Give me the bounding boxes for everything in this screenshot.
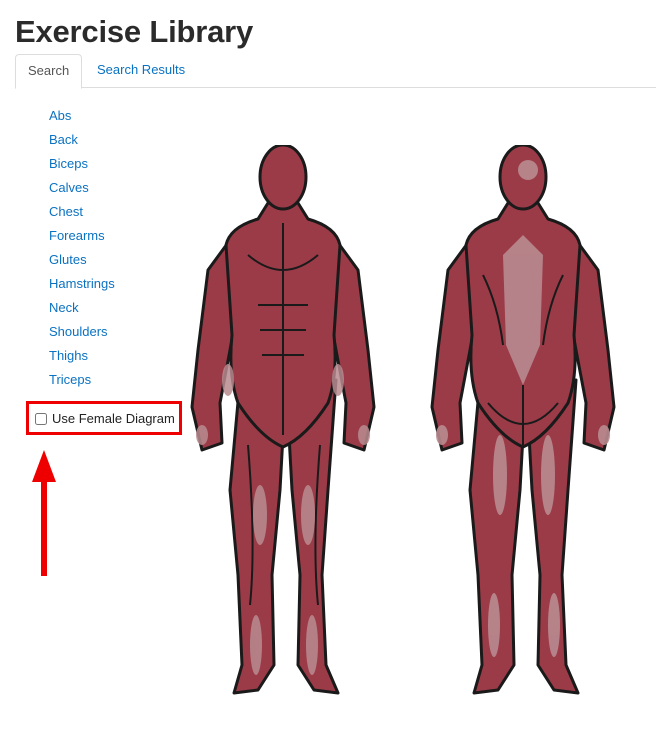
muscle-link-biceps[interactable]: Biceps	[49, 154, 115, 178]
muscle-link-hamstrings[interactable]: Hamstrings	[49, 274, 115, 298]
muscle-link-shoulders[interactable]: Shoulders	[49, 322, 115, 346]
muscle-link-calves[interactable]: Calves	[49, 178, 115, 202]
female-diagram-checkbox[interactable]	[35, 412, 47, 425]
tab-search-results[interactable]: Search Results	[85, 54, 197, 86]
back-body	[430, 145, 616, 695]
muscle-link-thighs[interactable]: Thighs	[49, 346, 115, 370]
female-diagram-option[interactable]: Use Female Diagram	[35, 411, 175, 426]
muscle-link-forearms[interactable]: Forearms	[49, 226, 115, 250]
female-diagram-label: Use Female Diagram	[52, 411, 175, 426]
muscle-link-chest[interactable]: Chest	[49, 202, 115, 226]
muscle-link-triceps[interactable]: Triceps	[49, 370, 115, 394]
muscle-link-abs[interactable]: Abs	[49, 106, 115, 130]
tab-bar: Search Search Results	[15, 54, 656, 89]
tab-search[interactable]: Search	[15, 54, 83, 89]
muscle-link-back[interactable]: Back	[49, 130, 115, 154]
muscle-diagram	[190, 145, 616, 695]
page-title: Exercise Library	[15, 14, 254, 49]
up-arrow-icon	[32, 450, 56, 576]
muscle-link-neck[interactable]: Neck	[49, 298, 115, 322]
muscle-link-glutes[interactable]: Glutes	[49, 250, 115, 274]
muscle-group-list: Abs Back Biceps Calves Chest Forearms Gl…	[49, 106, 115, 394]
front-body	[190, 145, 376, 695]
